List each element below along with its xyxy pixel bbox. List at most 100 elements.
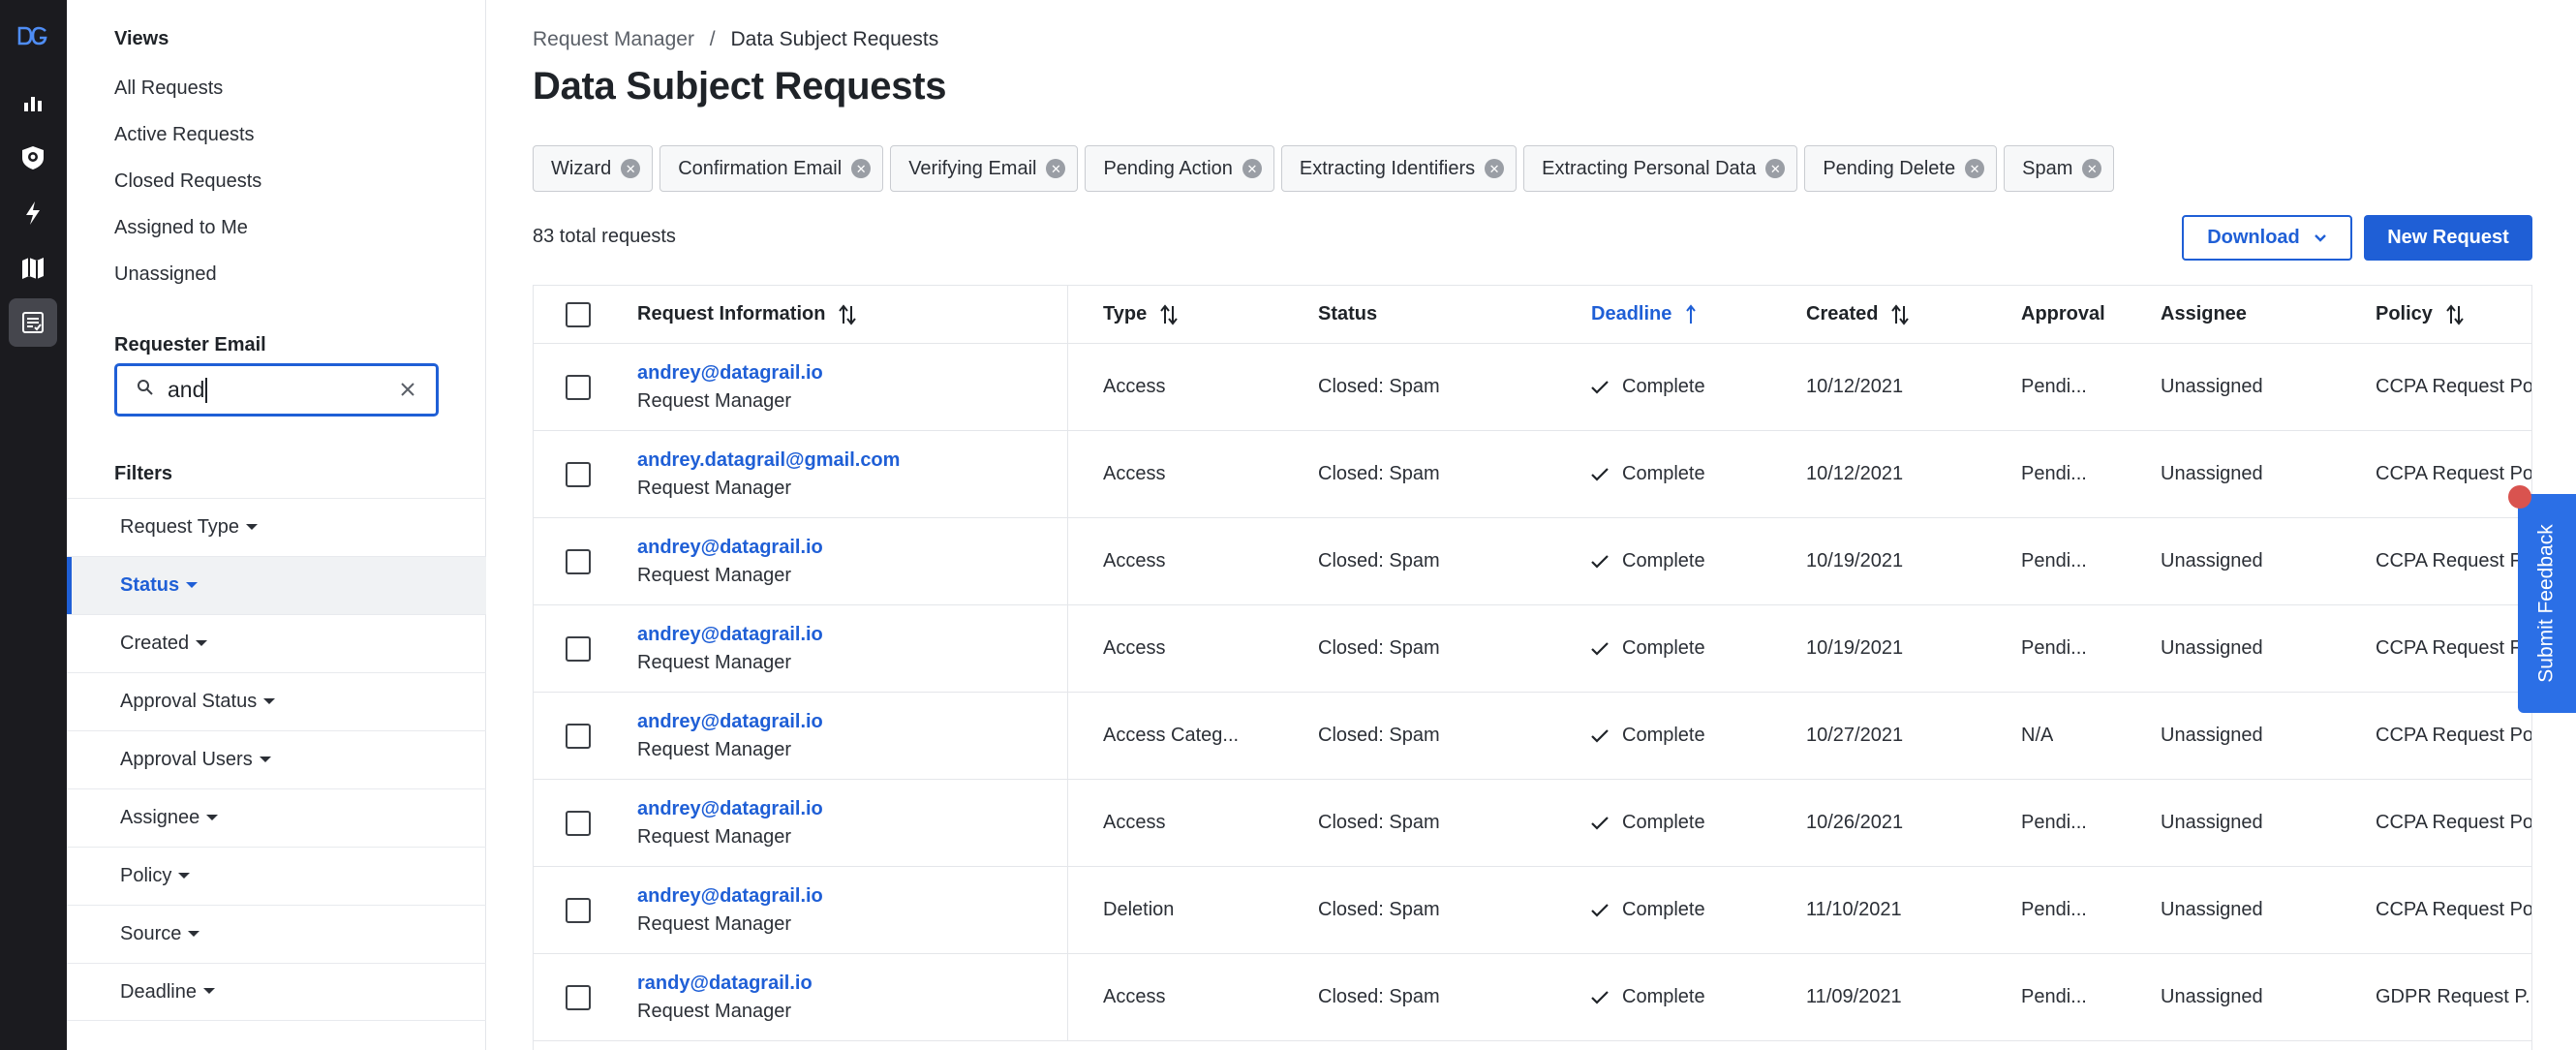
table-row[interactable]: andrey@datagrail.io Request Manager Access… bbox=[534, 780, 2531, 867]
caret-down-icon bbox=[202, 988, 215, 994]
request-source: Request Manager bbox=[637, 738, 791, 760]
remove-chip-icon[interactable]: ✕ bbox=[1765, 159, 1786, 178]
checkmark-icon bbox=[1591, 816, 1609, 830]
cell-policy: CCPA Request F bbox=[2376, 637, 2522, 659]
requester-email-link[interactable]: andrey.datagrail@gmail.com bbox=[637, 449, 900, 472]
table-row[interactable]: randy@datagrail.io Request Manager Access C… bbox=[534, 954, 2531, 1041]
filter-request-type[interactable]: Request Type bbox=[67, 498, 486, 556]
sort-icon[interactable] bbox=[1891, 303, 1910, 325]
row-checkbox[interactable] bbox=[566, 461, 591, 487]
row-checkbox[interactable] bbox=[566, 548, 591, 574]
requester-email-link[interactable]: andrey@datagrail.io bbox=[637, 362, 823, 385]
remove-chip-icon[interactable]: ✕ bbox=[1242, 159, 1262, 178]
chip-spam: Spam ✕ bbox=[2004, 145, 2115, 192]
cell-policy: CCPA Request Po bbox=[2376, 725, 2532, 746]
cell-assignee: Unassigned bbox=[2161, 637, 2263, 659]
view-active-requests[interactable]: Active Requests bbox=[114, 124, 255, 146]
view-closed-requests[interactable]: Closed Requests bbox=[114, 170, 261, 193]
row-checkbox[interactable] bbox=[566, 810, 591, 836]
cell-assignee: Unassigned bbox=[2161, 463, 2263, 484]
filter-policy[interactable]: Policy bbox=[67, 847, 486, 905]
view-all-requests[interactable]: All Requests bbox=[114, 77, 223, 100]
requester-email-link[interactable]: andrey@datagrail.io bbox=[637, 798, 823, 820]
bolt-icon[interactable] bbox=[9, 189, 57, 237]
th-request-information[interactable]: Request Information bbox=[637, 286, 857, 343]
cell-request-information: andrey@datagrail.io Request Manager bbox=[637, 780, 823, 866]
row-checkbox[interactable] bbox=[566, 723, 591, 749]
view-assigned-to-me[interactable]: Assigned to Me bbox=[114, 217, 248, 239]
request-source: Request Manager bbox=[637, 564, 791, 586]
row-checkbox[interactable] bbox=[566, 897, 591, 923]
sort-icon[interactable] bbox=[839, 303, 857, 325]
th-created[interactable]: Created bbox=[1806, 286, 1910, 343]
requester-email-search[interactable]: and bbox=[114, 363, 439, 417]
cell-request-information: andrey@datagrail.io Request Manager bbox=[637, 344, 823, 430]
cell-created: 10/12/2021 bbox=[1806, 463, 1904, 484]
submit-feedback-tab[interactable]: Submit Feedback bbox=[2518, 494, 2576, 713]
table-row[interactable]: andrey@datagrail.io Request Manager Access… bbox=[534, 518, 2531, 605]
deadline-status: Complete bbox=[1622, 812, 1705, 833]
shield-icon[interactable] bbox=[9, 134, 57, 182]
search-input[interactable]: and bbox=[168, 377, 204, 403]
sort-icon[interactable] bbox=[2446, 303, 2464, 325]
new-request-button[interactable]: New Request bbox=[2364, 215, 2532, 261]
cell-deadline: Complete bbox=[1591, 954, 1705, 1040]
requester-email-heading: Requester Email bbox=[114, 334, 266, 355]
requester-email-link[interactable]: andrey@datagrail.io bbox=[637, 624, 823, 646]
remove-chip-icon[interactable]: ✕ bbox=[1485, 159, 1505, 178]
requester-email-link[interactable]: andrey@datagrail.io bbox=[637, 885, 823, 908]
remove-chip-icon[interactable]: ✕ bbox=[1046, 159, 1066, 178]
remove-chip-icon[interactable]: ✕ bbox=[1965, 159, 1985, 178]
remove-chip-icon[interactable]: ✕ bbox=[851, 159, 872, 178]
request-source: Request Manager bbox=[637, 389, 791, 412]
datagrail-logo-icon[interactable] bbox=[9, 12, 57, 60]
column-divider bbox=[1067, 780, 1068, 866]
table-row[interactable]: andrey@datagrail.io Request Manager Access… bbox=[534, 344, 2531, 431]
filter-approval-users[interactable]: Approval Users bbox=[67, 730, 486, 788]
bar-chart-icon[interactable] bbox=[9, 78, 57, 127]
filter-deadline[interactable]: Deadline bbox=[67, 963, 486, 1021]
th-policy[interactable]: Policy bbox=[2376, 286, 2464, 343]
filter-source[interactable]: Source bbox=[67, 905, 486, 963]
filter-approval-status[interactable]: Approval Status bbox=[67, 672, 486, 730]
table-row[interactable]: andrey@datagrail.io Request Manager Access… bbox=[534, 693, 2531, 780]
row-checkbox[interactable] bbox=[566, 635, 591, 662]
cell-status: Closed: Spam bbox=[1318, 550, 1440, 571]
remove-chip-icon[interactable]: ✕ bbox=[2082, 159, 2102, 178]
download-button[interactable]: Download bbox=[2182, 215, 2352, 261]
view-unassigned[interactable]: Unassigned bbox=[114, 263, 217, 286]
row-checkbox[interactable] bbox=[566, 374, 591, 400]
requester-email-link[interactable]: andrey@datagrail.io bbox=[637, 537, 823, 559]
filter-created[interactable]: Created bbox=[67, 614, 486, 672]
filter-assignee[interactable]: Assignee bbox=[67, 788, 486, 847]
cell-deadline: Complete bbox=[1591, 344, 1705, 430]
filter-status[interactable]: Status bbox=[67, 556, 486, 614]
sort-ascending-icon[interactable] bbox=[1685, 303, 1697, 325]
row-checkbox[interactable] bbox=[566, 984, 591, 1010]
checkmark-icon bbox=[1591, 380, 1609, 394]
map-icon[interactable] bbox=[9, 244, 57, 293]
sort-icon[interactable] bbox=[1160, 303, 1178, 325]
cell-created: 10/19/2021 bbox=[1806, 550, 1904, 571]
select-all-checkbox[interactable] bbox=[566, 301, 591, 327]
deadline-status: Complete bbox=[1622, 899, 1705, 920]
requester-email-link[interactable]: andrey@datagrail.io bbox=[637, 711, 823, 733]
requester-email-link[interactable]: randy@datagrail.io bbox=[637, 973, 813, 995]
request-source: Request Manager bbox=[637, 825, 791, 848]
deadline-status: Complete bbox=[1622, 463, 1705, 484]
checkmark-icon bbox=[1591, 554, 1609, 569]
clear-search-icon[interactable] bbox=[397, 379, 418, 405]
cell-status: Closed: Spam bbox=[1318, 376, 1440, 397]
cell-approval: Pendi... bbox=[2021, 812, 2087, 833]
requests-list-icon[interactable] bbox=[9, 298, 57, 347]
th-type[interactable]: Type bbox=[1103, 286, 1178, 343]
table-row[interactable]: andrey@datagrail.io Request Manager Deleti… bbox=[534, 867, 2531, 954]
cell-request-information: andrey@datagrail.io Request Manager bbox=[637, 605, 823, 692]
remove-chip-icon[interactable]: ✕ bbox=[621, 159, 641, 178]
breadcrumb-parent[interactable]: Request Manager bbox=[533, 28, 694, 50]
th-deadline[interactable]: Deadline bbox=[1591, 286, 1697, 343]
table-row[interactable]: andrey.datagrail@gmail.com Request Manage… bbox=[534, 431, 2531, 518]
table-row[interactable]: andrey@datagrail.io Request Manager Access… bbox=[534, 605, 2531, 693]
cell-request-information: andrey.datagrail@gmail.com Request Manage… bbox=[637, 431, 900, 517]
views-sidebar: Views All Requests Active Requests Close… bbox=[67, 0, 486, 1050]
